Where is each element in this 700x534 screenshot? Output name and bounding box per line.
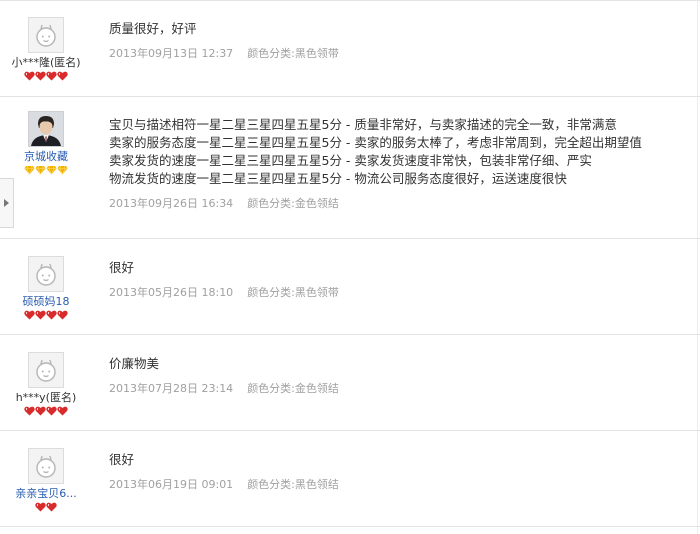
default-avatar-icon[interactable] (28, 448, 64, 484)
default-avatar-icon[interactable] (28, 17, 64, 53)
heart-icon (35, 502, 46, 512)
review-meta: 2013年09月26日 16:34 颜色分类:金色领结 (109, 197, 689, 211)
sku-info: 颜色分类:金色领结 (247, 197, 339, 210)
review-content: 很好 2013年05月26日 18:10 颜色分类:黑色领带 (109, 259, 689, 300)
reviewer-name-link[interactable]: 硕硕妈18 (0, 295, 92, 309)
review-date: 2013年06月19日 09:01 (109, 478, 234, 491)
review-item: h***y(匿名) 价廉物美 2013年07月28日 23:14 颜色分类:金色领… (0, 335, 700, 431)
review-item: 硕硕妈18 很好 2013年05月26日 18:10 颜色分类:黑色领带 (0, 239, 700, 335)
buyer-credit-hearts (0, 310, 92, 321)
reviewer-name: h***y(匿名) (15, 391, 77, 404)
default-avatar-icon[interactable] (28, 352, 64, 388)
review-content: 宝贝与描述相符一星二星三星四星五星5分 - 质量非常好，与卖家描述的完全一致，非… (109, 116, 689, 211)
review-text-line: 卖家的服务态度一星二星三星四星五星5分 - 卖家的服务太棒了，考虑非常周到，完全… (109, 135, 642, 150)
default-avatar-icon[interactable] (28, 256, 64, 292)
heart-icon (35, 71, 46, 81)
reviewer-name-link[interactable]: 亲亲宝贝6... (0, 487, 92, 501)
buyer-credit-hearts (0, 502, 92, 513)
sku-info: 颜色分类:黑色领带 (247, 286, 339, 299)
review-date: 2013年09月26日 16:34 (109, 197, 234, 210)
review-meta: 2013年06月19日 09:01 颜色分类:黑色领结 (109, 478, 689, 492)
review-item: 亲亲宝贝6... 很好 2013年06月19日 09:01 颜色分类:黑色领结 (0, 431, 700, 527)
review-text-line: 物流发货的速度一星二星三星四星五星5分 - 物流公司服务态度很好，运送速度很快 (109, 171, 567, 186)
reviewer-info: 亲亲宝贝6... (0, 448, 92, 513)
review-item: 京城收藏 宝贝与描述相符一星二星三星四星五星5分 - 质量非常好，与卖家描述的完… (0, 97, 700, 239)
review-content: 质量很好，好评 2013年09月13日 12:37 颜色分类:黑色领带 (109, 20, 689, 61)
sku-info: 颜色分类:金色领结 (247, 382, 339, 395)
review-date: 2013年05月26日 18:10 (109, 286, 234, 299)
review-item: 小***隆(匿名) 质量很好，好评 2013年09月13日 12:37 颜色分类:… (0, 0, 700, 97)
sku-info: 颜色分类:黑色领结 (247, 478, 339, 491)
review-content: 价廉物美 2013年07月28日 23:14 颜色分类:金色领结 (109, 355, 689, 396)
reviewer-info: 京城收藏 (0, 111, 92, 176)
heart-icon (57, 71, 68, 81)
sku-info: 颜色分类:黑色领带 (247, 47, 339, 60)
reviewer-info: h***y(匿名) (0, 352, 92, 417)
review-text: 很好 (109, 452, 135, 467)
review-text: 价廉物美 (109, 356, 160, 371)
buyer-credit-hearts (0, 406, 92, 417)
reviewer-info: 硕硕妈18 (0, 256, 92, 321)
heart-icon (57, 310, 68, 320)
review-date: 2013年07月28日 23:14 (109, 382, 234, 395)
heart-icon (46, 310, 57, 320)
diamond-icon (57, 165, 68, 175)
reviewer-info: 小***隆(匿名) (0, 17, 92, 82)
review-text-line: 卖家发货的速度一星二星三星四星五星5分 - 卖家发货速度非常快，包装非常仔细、严… (109, 153, 592, 168)
review-text: 质量很好，好评 (109, 21, 197, 36)
reviewer-name: 小***隆(匿名) (11, 56, 81, 69)
heart-icon (46, 502, 57, 512)
heart-icon (24, 406, 35, 416)
review-text-line: 宝贝与描述相符一星二星三星四星五星5分 - 质量非常好，与卖家描述的完全一致，非… (109, 117, 617, 132)
buyer-credit-hearts (0, 71, 92, 82)
buyer-credit-diamonds (0, 165, 92, 176)
heart-icon (24, 310, 35, 320)
heart-icon (35, 406, 46, 416)
heart-icon (46, 406, 57, 416)
reviewer-name-link[interactable]: 京城收藏 (0, 150, 92, 164)
heart-icon (57, 406, 68, 416)
review-content: 很好 2013年06月19日 09:01 颜色分类:黑色领结 (109, 451, 689, 492)
review-meta: 2013年09月13日 12:37 颜色分类:黑色领带 (109, 47, 689, 61)
heart-icon (46, 71, 57, 81)
review-text: 很好 (109, 260, 135, 275)
diamond-icon (35, 165, 46, 175)
diamond-icon (46, 165, 57, 175)
user-photo-avatar[interactable] (28, 111, 64, 147)
review-meta: 2013年05月26日 18:10 颜色分类:黑色领带 (109, 286, 689, 300)
review-date: 2013年09月13日 12:37 (109, 47, 234, 60)
heart-icon (35, 310, 46, 320)
review-meta: 2013年07月28日 23:14 颜色分类:金色领结 (109, 382, 689, 396)
diamond-icon (24, 165, 35, 175)
heart-icon (24, 71, 35, 81)
